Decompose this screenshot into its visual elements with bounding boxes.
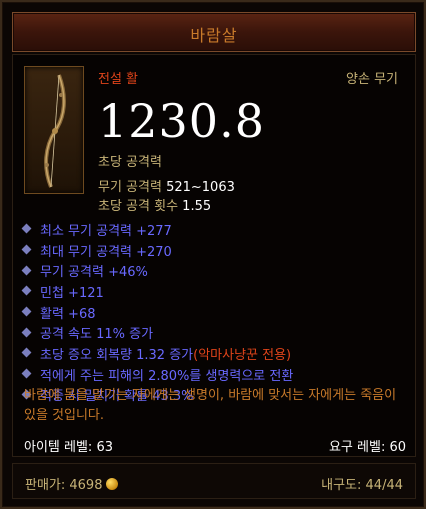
affix-list: 최소 무기 공격력 +277 최대 무기 공격력 +270 무기 공격력 +46… [22, 219, 412, 405]
attack-speed-stat: 초당 공격 횟수 1.55 [98, 195, 211, 214]
dps-value: 1230.8 [98, 94, 265, 148]
affix-item: 민첩 +121 [22, 281, 412, 302]
weapon-damage-value: 521~1063 [166, 180, 235, 195]
item-name: 바람살 [190, 26, 238, 45]
affix-item: 공격 속도 11% 증가 [22, 322, 412, 343]
affix-item: 무기 공격력 +46% [22, 260, 412, 281]
diamond-bullet-icon [22, 224, 32, 234]
affix-item: 최대 무기 공격력 +270 [22, 240, 412, 261]
diamond-bullet-icon [22, 369, 32, 379]
dps-label: 초당 공격력 [98, 155, 162, 170]
diamond-bullet-icon [22, 307, 32, 317]
affix-item: 적에게 주는 피해의 2.80%를 생명력으로 전환 [22, 364, 412, 385]
requirements-row: 아이템 레벨: 63 요구 레벨: 60 [24, 436, 406, 455]
item-rarity: 전설 활 [98, 72, 139, 87]
diamond-bullet-icon [22, 245, 32, 255]
affix-text: 최대 무기 공격력 +270 [40, 244, 172, 260]
diamond-bullet-icon [22, 286, 32, 296]
affix-item: 활력 +68 [22, 302, 412, 323]
affix-text: 초당 증오 회복량 1.32 증가 [40, 347, 194, 363]
attack-speed-label: 초당 공격 횟수 [98, 199, 183, 214]
class-restriction-note: (악마사냥꾼 전용) [193, 347, 292, 363]
diamond-bullet-icon [22, 266, 32, 276]
affix-text: 공격 속도 11% 증가 [40, 327, 154, 343]
diamond-bullet-icon [22, 348, 32, 358]
affix-text: 무기 공격력 +46% [40, 265, 148, 281]
item-level: 아이템 레벨: 63 [24, 440, 113, 455]
sell-price: 판매가: 4698 [25, 474, 119, 493]
affix-item: 최소 무기 공격력 +277 [22, 219, 412, 240]
flavor-text: 바람에 몸을 맡기는 자에게는 생명이, 바람에 맞서는 자에게는 죽음이 있을… [24, 388, 397, 423]
tooltip-footer: 판매가: 4698 내구도: 44/44 [12, 463, 416, 499]
gold-coin-icon [106, 478, 119, 490]
sell-price-text: 판매가: 4698 [25, 478, 103, 493]
item-slot-type: 양손 무기 [346, 72, 398, 87]
affix-text: 적에게 주는 피해의 2.80%를 생명력으로 전환 [40, 368, 294, 384]
durability: 내구도: 44/44 [321, 478, 403, 493]
item-tooltip: 바람살 전설 활 양손 무기 1230.8 초당 공격력 무기 공격력 521~… [0, 0, 426, 509]
attack-speed-value: 1.55 [182, 199, 212, 214]
required-level: 요구 레벨: 60 [328, 440, 406, 455]
item-title-bar: 바람살 [12, 12, 416, 52]
affix-text: 최소 무기 공격력 +277 [40, 223, 172, 239]
weapon-damage-stat: 무기 공격력 521~1063 [98, 176, 235, 195]
bow-icon [24, 66, 84, 194]
affix-text: 민첩 +121 [40, 285, 104, 301]
affix-text: 활력 +68 [40, 306, 96, 322]
affix-item: 초당 증오 회복량 1.32 증가 (악마사냥꾼 전용) [22, 343, 412, 364]
diamond-bullet-icon [22, 328, 32, 338]
weapon-damage-label: 무기 공격력 [98, 180, 167, 195]
